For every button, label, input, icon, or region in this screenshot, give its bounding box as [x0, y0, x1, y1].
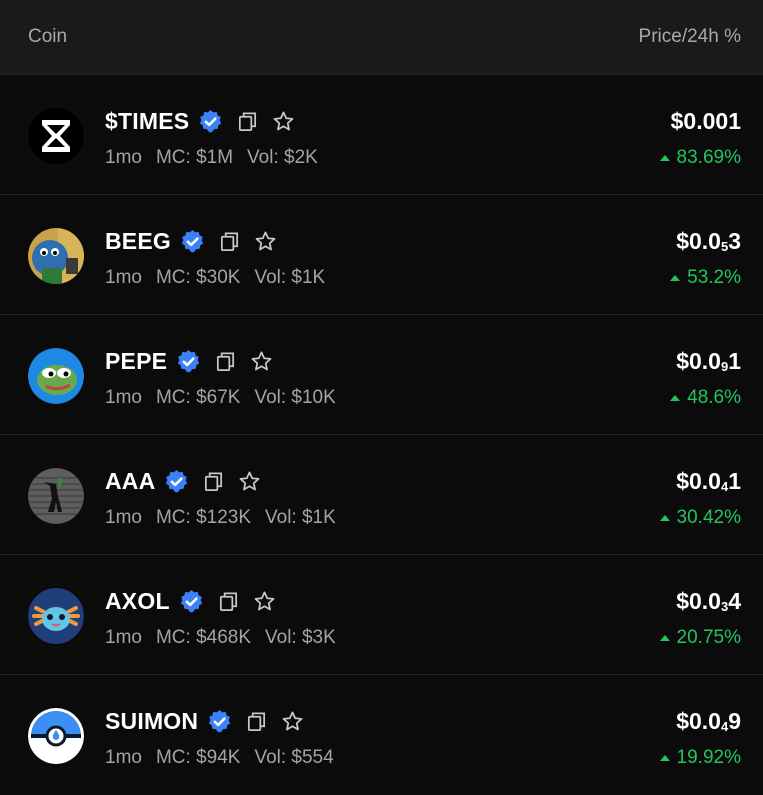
verified-badge-icon: [208, 709, 231, 732]
volume: Vol: $1K: [254, 267, 326, 288]
up-arrow-icon: [659, 515, 670, 521]
coin-name: PEPE: [105, 347, 168, 374]
price-change: 83.69%: [659, 147, 741, 169]
volume: Vol: $3K: [265, 627, 336, 648]
volume: Vol: $554: [254, 747, 334, 768]
coin-age: 1mo: [105, 387, 142, 408]
star-icon[interactable]: [272, 110, 295, 133]
star-icon[interactable]: [254, 230, 277, 253]
coin-price: $0.091: [676, 348, 741, 374]
verified-badge-icon: [166, 469, 188, 492]
coin-column-header: Coin: [28, 26, 68, 47]
market-cap: MC: $468K: [155, 627, 252, 648]
coin-price: $0.049: [676, 708, 741, 734]
coin-name: BEEG: [105, 227, 171, 254]
coin-name: $TIMES: [105, 107, 190, 134]
table-header: Coin Price/24h %: [0, 0, 763, 75]
star-icon[interactable]: [281, 710, 304, 733]
volume: Vol: $1K: [265, 507, 336, 528]
coin-name: AXOL: [105, 587, 170, 614]
verified-badge-icon: [200, 109, 222, 132]
aaa-avatar-icon: [28, 468, 84, 524]
coin-age: 1mo: [105, 267, 142, 288]
verified-badge-icon: [177, 349, 200, 372]
price-change: 48.6%: [670, 387, 741, 409]
coin-row[interactable]: AAA 1mo MC: $123K Vol: $1K $0.041 30.42%: [0, 435, 763, 555]
copy-icon[interactable]: [202, 470, 225, 493]
coin-age: 1mo: [105, 507, 142, 528]
pepe-avatar-icon: [28, 348, 84, 404]
axolotl-avatar-icon: [28, 588, 84, 644]
market-cap: MC: $1M: [155, 147, 234, 168]
hourglass-logo-icon: [28, 108, 84, 164]
copy-icon[interactable]: [245, 710, 268, 733]
coin-row[interactable]: AXOL 1mo MC: $468K Vol: $3K $0.034 20.75…: [0, 555, 763, 675]
coin-row[interactable]: BEEG 1mo MC: $30K Vol: $1K $0.053 53.2%: [0, 195, 763, 315]
coin-price: $0.001: [670, 108, 741, 134]
coin-row[interactable]: SUIMON 1mo MC: $94K Vol: $554 $0.049 19.…: [0, 675, 763, 795]
coin-age: 1mo: [105, 747, 142, 768]
market-cap: MC: $123K: [155, 507, 252, 528]
star-icon[interactable]: [253, 590, 276, 613]
up-arrow-icon: [659, 635, 670, 641]
volume: Vol: $2K: [247, 147, 318, 168]
market-cap: MC: $94K: [155, 747, 241, 768]
suimon-avatar-icon: [28, 708, 84, 764]
copy-icon[interactable]: [236, 110, 259, 133]
star-icon[interactable]: [238, 470, 261, 493]
price-change: 30.42%: [659, 507, 741, 529]
price-change: 19.92%: [659, 747, 741, 769]
price-change: 53.2%: [670, 267, 741, 289]
copy-icon[interactable]: [214, 350, 237, 373]
coin-age: 1mo: [105, 627, 142, 648]
coin-price: $0.053: [676, 228, 741, 254]
star-icon[interactable]: [250, 350, 273, 373]
coin-name: AAA: [105, 467, 156, 494]
coin-name: SUIMON: [105, 707, 199, 734]
market-cap: MC: $67K: [155, 387, 241, 408]
coin-price: $0.041: [676, 468, 741, 494]
verified-badge-icon: [181, 229, 204, 252]
coin-row[interactable]: PEPE 1mo MC: $67K Vol: $10K $0.091 48.6%: [0, 315, 763, 435]
coin-price: $0.034: [676, 588, 741, 614]
up-arrow-icon: [670, 275, 681, 281]
up-arrow-icon: [659, 155, 670, 161]
copy-icon[interactable]: [218, 230, 241, 253]
beeg-avatar-icon: [28, 228, 84, 284]
up-arrow-icon: [670, 395, 681, 401]
coin-row[interactable]: $TIMES 1mo MC: $1M Vol: $2K $0.001 83.69…: [0, 75, 763, 195]
price-column-header: Price/24h %: [638, 26, 741, 47]
copy-icon[interactable]: [217, 590, 240, 613]
coin-list: $TIMES 1mo MC: $1M Vol: $2K $0.001 83.69…: [0, 75, 763, 795]
price-change: 20.75%: [659, 627, 741, 649]
market-cap: MC: $30K: [155, 267, 241, 288]
coin-age: 1mo: [105, 147, 142, 168]
verified-badge-icon: [180, 589, 202, 612]
up-arrow-icon: [659, 755, 670, 761]
volume: Vol: $10K: [254, 387, 336, 408]
